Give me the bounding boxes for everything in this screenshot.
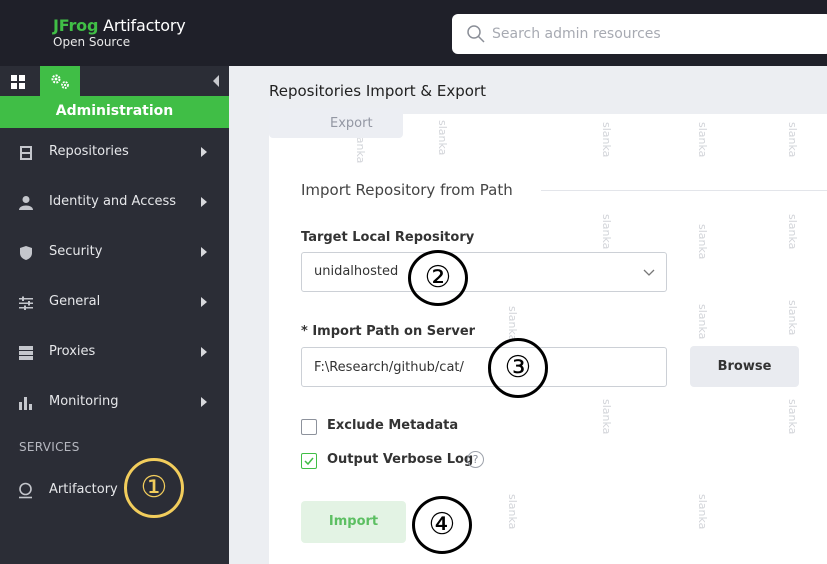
top-bar: JFrog Artifactory Open Source bbox=[0, 0, 827, 66]
watermark: slanka bbox=[600, 399, 613, 435]
annotation-2: ② bbox=[408, 250, 468, 306]
browse-button[interactable]: Browse bbox=[690, 346, 799, 387]
import-path-label: * Import Path on Server bbox=[301, 324, 476, 339]
watermark: slanka bbox=[786, 399, 799, 435]
watermark: slanka bbox=[436, 120, 449, 156]
sidebar-item-label: Repositories bbox=[49, 144, 129, 159]
sidebar-item-monitoring[interactable]: Monitoring bbox=[0, 384, 229, 422]
artifactory-icon bbox=[19, 482, 32, 499]
logo-product: Artifactory bbox=[103, 16, 186, 35]
sidebar-item-security[interactable]: Security bbox=[0, 234, 229, 272]
sliders-icon bbox=[19, 296, 33, 310]
sidebar-item-artifactory[interactable]: Artifactory bbox=[0, 472, 229, 510]
sidebar-item-label: Artifactory bbox=[49, 482, 118, 497]
export-button-label: Export bbox=[330, 116, 373, 131]
import-export-card: slanka slanka slanka slanka slanka slank… bbox=[269, 108, 827, 564]
target-repo-value: unidalhosted bbox=[314, 264, 399, 279]
import-path-input[interactable] bbox=[301, 347, 667, 387]
exclude-metadata-label: Exclude Metadata bbox=[327, 418, 459, 433]
watermark: slanka bbox=[600, 214, 613, 250]
verbose-log-label: Output Verbose Log bbox=[327, 452, 474, 467]
main-content: Repositories Import & Export slanka slan… bbox=[229, 66, 827, 564]
target-repo-label: Target Local Repository bbox=[301, 230, 475, 245]
sidebar-item-proxies[interactable]: Proxies bbox=[0, 334, 229, 372]
search-icon bbox=[467, 25, 485, 43]
section-divider bbox=[541, 190, 827, 191]
verbose-log-checkbox[interactable] bbox=[301, 453, 317, 469]
annotation-1: ① bbox=[124, 458, 184, 518]
sidebar-item-label: Monitoring bbox=[49, 394, 119, 409]
admin-tab[interactable] bbox=[40, 66, 80, 96]
chevron-right-icon bbox=[201, 397, 207, 407]
watermark: slanka bbox=[786, 122, 799, 158]
sidebar-item-label: Identity and Access bbox=[49, 194, 177, 209]
import-section-title: Import Repository from Path bbox=[301, 181, 513, 199]
chevron-down-icon bbox=[643, 269, 655, 276]
chevron-right-icon bbox=[201, 297, 207, 307]
import-button[interactable]: Import bbox=[301, 501, 406, 543]
chevron-right-icon bbox=[201, 147, 207, 157]
watermark: slanka bbox=[696, 224, 709, 260]
export-button[interactable]: Export bbox=[269, 108, 403, 138]
sidebar-item-general[interactable]: General bbox=[0, 284, 229, 322]
logo-edition: Open Source bbox=[53, 35, 131, 49]
watermark: slanka bbox=[786, 214, 799, 250]
annotation-3: ③ bbox=[488, 338, 548, 398]
target-repo-select[interactable]: unidalhosted bbox=[301, 252, 667, 292]
sidebar-item-identity-and-access[interactable]: Identity and Access bbox=[0, 184, 229, 222]
sidebar-item-repositories[interactable]: Repositories bbox=[0, 134, 229, 172]
bar-chart-icon bbox=[19, 397, 32, 410]
logo-brand: JFrog bbox=[53, 16, 99, 35]
watermark: slanka bbox=[786, 300, 799, 336]
exclude-metadata-checkbox[interactable] bbox=[301, 419, 317, 435]
sidebar-top bbox=[0, 66, 229, 96]
sidebar-item-label: Proxies bbox=[49, 344, 96, 359]
watermark: slanka bbox=[506, 494, 519, 530]
watermark: slanka bbox=[600, 122, 613, 158]
watermark: slanka bbox=[696, 304, 709, 340]
gears-icon bbox=[51, 74, 69, 89]
sidebar-item-label: General bbox=[49, 294, 101, 309]
app-logo[interactable]: JFrog Artifactory bbox=[53, 16, 186, 35]
watermark: slanka bbox=[696, 122, 709, 158]
page-title: Repositories Import & Export bbox=[269, 82, 486, 100]
annotation-4: ④ bbox=[412, 496, 472, 554]
sidebar-section-title: Administration bbox=[0, 96, 229, 128]
checkmark-icon bbox=[304, 457, 314, 466]
search-box[interactable] bbox=[452, 14, 827, 54]
collapse-sidebar-icon[interactable] bbox=[213, 75, 219, 87]
repositories-icon bbox=[20, 146, 32, 160]
apps-grid-icon[interactable] bbox=[11, 75, 25, 89]
search-input[interactable] bbox=[492, 22, 812, 46]
shield-icon bbox=[20, 246, 32, 260]
watermark: slanka bbox=[696, 494, 709, 530]
server-icon bbox=[19, 346, 33, 360]
chevron-right-icon bbox=[201, 197, 207, 207]
sidebar: Administration Repositories Identity and… bbox=[0, 66, 229, 564]
user-icon bbox=[19, 196, 33, 210]
chevron-right-icon bbox=[201, 247, 207, 257]
sidebar-item-label: Security bbox=[49, 244, 103, 259]
chevron-right-icon bbox=[201, 347, 207, 357]
services-header: SERVICES bbox=[19, 440, 80, 454]
help-icon[interactable]: ? bbox=[467, 451, 484, 468]
watermark: slanka bbox=[506, 306, 519, 342]
